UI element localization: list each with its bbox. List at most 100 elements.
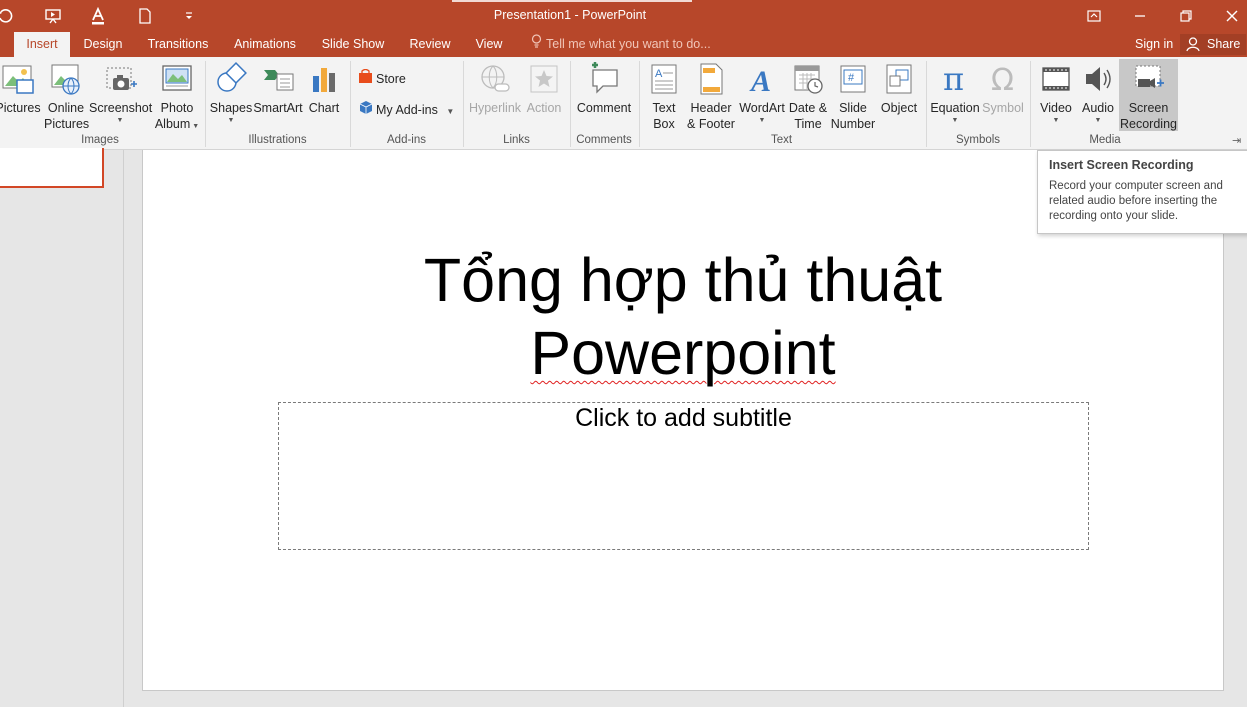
slide-title-line-1: Tổng hợp thủ thuật: [423, 246, 943, 314]
screen-recording-button[interactable]: Screen Recording: [1119, 59, 1178, 131]
person-icon: [1186, 37, 1202, 59]
group-label-links: Links: [503, 134, 530, 146]
tab-animations[interactable]: Animations: [226, 32, 304, 57]
group-label-media: Media: [1089, 134, 1121, 146]
subtitle-placeholder[interactable]: Click to add subtitle: [278, 402, 1089, 550]
speaker-icon: [1081, 62, 1115, 96]
group-label-comments: Comments: [576, 134, 632, 146]
film-icon: [1039, 62, 1073, 96]
chart-icon: [307, 62, 341, 96]
slide-number-icon: #: [836, 62, 870, 96]
pin-ribbon-icon[interactable]: ⇥: [1232, 134, 1241, 147]
title-bar: Presentation1 - PowerPoint: [0, 0, 1247, 32]
group-label-addins: Add-ins: [387, 134, 426, 146]
symbol-button[interactable]: Ω Symbol: [981, 59, 1025, 131]
wordart-button[interactable]: A WordArt ▼: [738, 59, 786, 131]
screen-recording-tooltip: Insert Screen Recording Record your comp…: [1037, 150, 1247, 234]
screenshot-icon: [103, 62, 137, 96]
svg-text:Ω: Ω: [991, 63, 1014, 96]
pictures-button[interactable]: Pictures: [0, 59, 42, 131]
equation-dropdown-icon: ▼: [951, 117, 959, 124]
document-title: Presentation1 - PowerPoint: [493, 8, 647, 22]
title-bar-highlight: [452, 0, 692, 2]
store-icon: [358, 68, 373, 91]
smartart-icon: [261, 62, 295, 96]
screenshot-dropdown-icon: ▼: [116, 117, 124, 124]
new-comment-icon: [587, 62, 621, 96]
photo-album-button[interactable]: Photo Album ▼: [152, 59, 202, 131]
shapes-button[interactable]: Shapes ▼: [209, 59, 253, 131]
svg-text:A: A: [655, 68, 663, 80]
my-addins-button[interactable]: My Add-ins ▼: [358, 99, 454, 121]
action-star-icon: [527, 62, 561, 96]
audio-dropdown-icon: ▼: [1094, 117, 1102, 124]
slide-number-button[interactable]: # Slide Number: [829, 59, 877, 131]
equation-button[interactable]: π Equation ▼: [929, 59, 981, 131]
group-label-illustrations: Illustrations: [248, 134, 307, 146]
screen-recording-icon: [1132, 62, 1166, 96]
omega-icon: Ω: [986, 62, 1020, 98]
store-button[interactable]: Store: [358, 68, 406, 90]
tell-me-placeholder: Tell me what you want to do...: [546, 37, 711, 51]
tell-me-search[interactable]: Tell me what you want to do...: [531, 32, 711, 57]
slide-thumbnail-pane: [0, 148, 124, 707]
video-button[interactable]: Video ▼: [1034, 59, 1078, 131]
tooltip-description: Record your computer screen and related …: [1049, 180, 1223, 222]
slide-title-placeholder[interactable]: Tổng hợp thủ thuật Powerpoint: [143, 244, 1223, 390]
sign-in-link[interactable]: Sign in: [1135, 32, 1173, 57]
shapes-icon: [214, 62, 248, 96]
text-box-icon: A: [647, 62, 681, 96]
share-label: Share: [1207, 37, 1241, 51]
pictures-icon: [1, 62, 35, 96]
wordart-dropdown-icon: ▼: [758, 117, 766, 124]
hyperlink-button[interactable]: Hyperlink: [467, 59, 523, 131]
online-pictures-icon: [49, 62, 83, 96]
tab-view[interactable]: View: [470, 32, 508, 57]
ribbon-insert: Pictures Online Pictures Screenshot ▼ Ph…: [0, 57, 1247, 150]
header-footer-icon: [694, 62, 728, 96]
ribbon-display-options-icon[interactable]: [1079, 4, 1109, 28]
ribbon-tab-row: Insert Design Transitions Animations Sli…: [0, 32, 1247, 57]
object-icon: [882, 62, 916, 96]
slide-title-line-2: Powerpoint: [530, 319, 836, 387]
tab-transitions[interactable]: Transitions: [141, 32, 215, 57]
screenshot-button[interactable]: Screenshot ▼: [89, 59, 152, 131]
tab-design[interactable]: Design: [77, 32, 129, 57]
subtitle-placeholder-text: Click to add subtitle: [575, 404, 792, 432]
header-footer-button[interactable]: Header & Footer: [684, 59, 738, 131]
smartart-button[interactable]: SmartArt: [253, 59, 303, 131]
lightbulb-icon: [531, 32, 542, 57]
svg-text:A: A: [749, 65, 771, 96]
date-time-button[interactable]: Date & Time: [787, 59, 829, 131]
tab-insert[interactable]: Insert: [14, 32, 70, 57]
text-box-button[interactable]: A Text Box: [645, 59, 683, 131]
action-button[interactable]: Action: [524, 59, 564, 131]
photo-album-dropdown-icon: ▼: [190, 123, 200, 130]
group-label-images: Images: [81, 134, 119, 146]
pi-icon: π: [938, 60, 972, 98]
slide-thumbnail-1[interactable]: [0, 148, 104, 188]
tab-review[interactable]: Review: [402, 32, 458, 57]
video-dropdown-icon: ▼: [1052, 117, 1060, 124]
audio-button[interactable]: Audio ▼: [1078, 59, 1118, 131]
group-label-symbols: Symbols: [955, 134, 1001, 146]
calendar-clock-icon: [791, 62, 825, 96]
minimize-icon[interactable]: [1125, 4, 1155, 28]
svg-text:π: π: [943, 62, 964, 96]
svg-text:#: #: [848, 72, 855, 84]
close-icon[interactable]: [1217, 4, 1247, 28]
photo-album-icon: [160, 62, 194, 96]
share-button[interactable]: Share: [1180, 34, 1246, 55]
object-button[interactable]: Object: [878, 59, 920, 131]
hyperlink-icon: [478, 62, 512, 96]
tab-slide-show[interactable]: Slide Show: [316, 32, 390, 57]
tooltip-title: Insert Screen Recording: [1049, 158, 1194, 172]
comment-button[interactable]: Comment: [575, 59, 633, 131]
shapes-dropdown-icon: ▼: [227, 117, 235, 124]
addins-icon: [358, 100, 373, 122]
online-pictures-button[interactable]: Online Pictures: [44, 59, 89, 131]
chart-button[interactable]: Chart: [304, 59, 344, 131]
group-label-text: Text: [770, 134, 793, 146]
restore-icon[interactable]: [1171, 4, 1201, 28]
my-addins-dropdown-icon: ▼: [446, 107, 455, 116]
